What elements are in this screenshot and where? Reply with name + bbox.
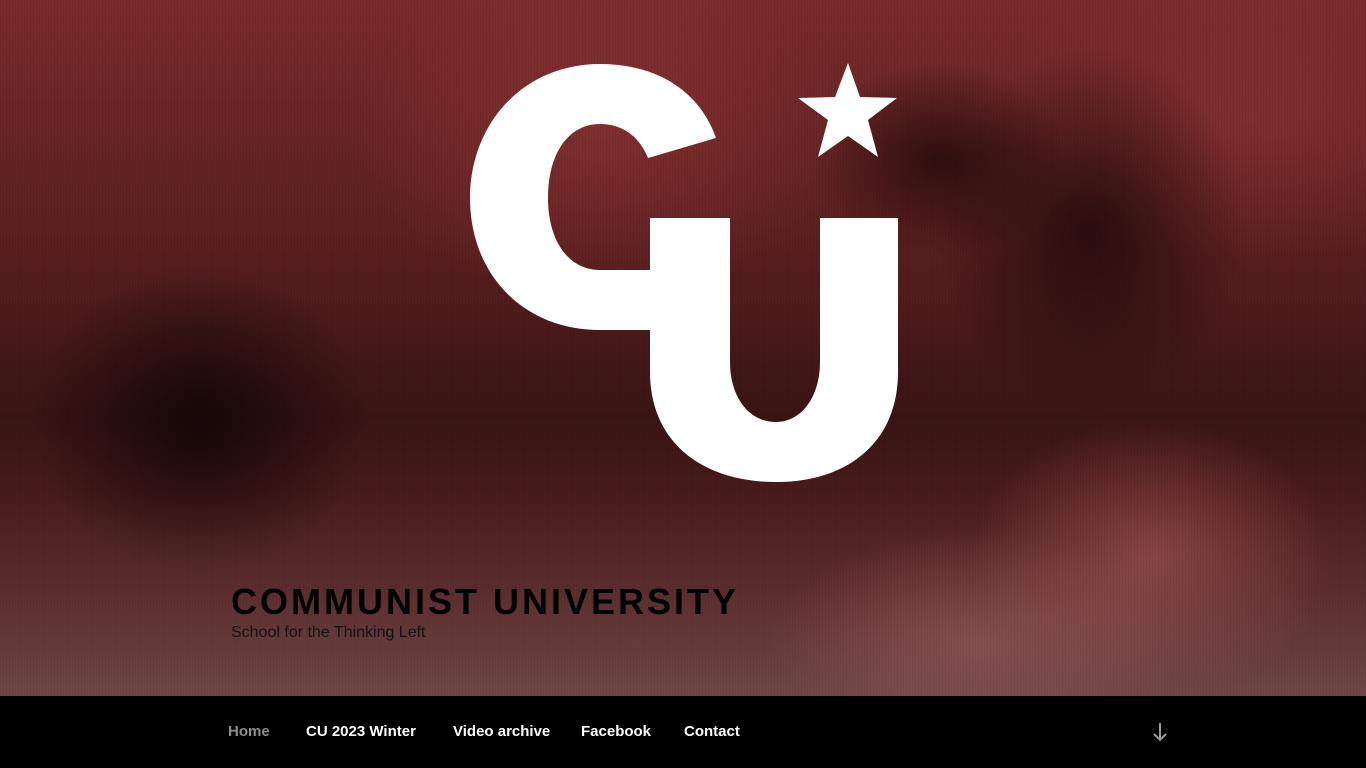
nav-item-video-archive[interactable]: Video archive <box>453 722 550 742</box>
nav-item-contact[interactable]: Contact <box>684 722 740 742</box>
site-logo[interactable] <box>468 62 900 484</box>
header-hero: COMMUNIST UNIVERSITY School for the Thin… <box>0 0 1366 696</box>
site-title[interactable]: COMMUNIST UNIVERSITY <box>231 582 739 622</box>
nav-item-home[interactable]: Home <box>228 722 270 742</box>
nav-item-facebook[interactable]: Facebook <box>581 722 651 742</box>
arrow-down-icon[interactable] <box>1150 720 1170 744</box>
nav-item-cu-2023-winter[interactable]: CU 2023 Winter <box>306 722 416 742</box>
site-branding: COMMUNIST UNIVERSITY School for the Thin… <box>231 582 739 642</box>
main-navigation: Home CU 2023 Winter Video archive Facebo… <box>0 696 1366 768</box>
logo-letter-u <box>650 218 898 482</box>
star-icon <box>798 63 897 157</box>
site-tagline: School for the Thinking Left <box>231 624 426 641</box>
